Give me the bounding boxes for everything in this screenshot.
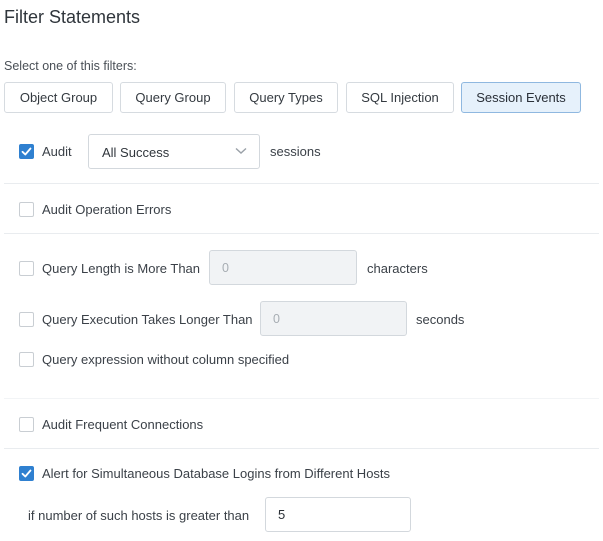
query-execution-label: Query Execution Takes Longer Than xyxy=(42,312,253,327)
query-expression-checkbox[interactable] xyxy=(19,352,34,367)
simultaneous-logins-checkbox[interactable] xyxy=(19,466,34,481)
audit-mode-select[interactable]: All Success xyxy=(88,134,260,169)
filter-object-group-button[interactable]: Object Group xyxy=(4,82,113,113)
audit-checkbox[interactable] xyxy=(19,144,34,159)
query-execution-input[interactable] xyxy=(260,301,407,336)
audit-operation-errors-label: Audit Operation Errors xyxy=(42,202,172,217)
divider xyxy=(4,183,599,184)
divider xyxy=(4,398,599,399)
query-length-label: Query Length is More Than xyxy=(42,261,201,276)
filter-query-group-button[interactable]: Query Group xyxy=(120,82,226,113)
filter-sql-injection-button[interactable]: SQL Injection xyxy=(346,82,454,113)
page-title: Filter Statements xyxy=(4,7,141,27)
divider xyxy=(4,448,599,449)
query-execution-checkbox[interactable] xyxy=(19,312,34,327)
frequent-connections-label: Audit Frequent Connections xyxy=(42,417,204,432)
filter-session-events-button[interactable]: Session Events xyxy=(461,82,581,113)
query-length-checkbox[interactable] xyxy=(19,261,34,276)
audit-suffix-label: sessions xyxy=(270,144,321,159)
query-execution-unit: seconds xyxy=(416,312,465,327)
query-expression-label: Query expression without column specifie… xyxy=(42,352,290,367)
hosts-threshold-input[interactable] xyxy=(265,497,411,532)
check-icon xyxy=(21,147,32,156)
audit-mode-value: All Success xyxy=(102,145,170,160)
query-length-input[interactable] xyxy=(209,250,357,285)
filter-hint: Select one of this filters: xyxy=(4,59,137,73)
check-icon xyxy=(21,469,32,478)
simultaneous-logins-label: Alert for Simultaneous Database Logins f… xyxy=(42,466,391,481)
divider xyxy=(4,233,599,234)
audit-label: Audit xyxy=(42,144,72,159)
hosts-threshold-label: if number of such hosts is greater than xyxy=(28,508,250,523)
chevron-down-icon xyxy=(235,147,247,154)
filter-query-types-button[interactable]: Query Types xyxy=(234,82,338,113)
query-length-unit: characters xyxy=(367,261,428,276)
audit-operation-errors-checkbox[interactable] xyxy=(19,202,34,217)
frequent-connections-checkbox[interactable] xyxy=(19,417,34,432)
